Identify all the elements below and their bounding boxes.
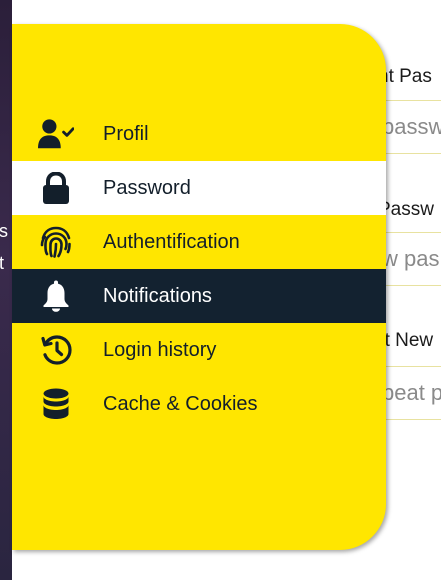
sidebar-item-cache-cookies[interactable]: Cache & Cookies bbox=[12, 377, 386, 431]
settings-page: s t nt Pas Passw at New Profil Password … bbox=[0, 0, 441, 580]
current-password-label: nt Pas bbox=[378, 66, 432, 87]
sidebar-item-login-history[interactable]: Login history bbox=[12, 323, 386, 377]
background-app-edge: s t bbox=[0, 0, 12, 580]
sidebar-item-label: Cache & Cookies bbox=[103, 393, 258, 415]
background-text-fragment: t bbox=[0, 253, 5, 273]
history-icon bbox=[38, 332, 74, 368]
sidebar-item-authentification[interactable]: Authentification bbox=[12, 215, 386, 269]
current-password-field[interactable] bbox=[378, 100, 441, 154]
settings-sidebar: Profil Password Authentification Notific… bbox=[12, 24, 386, 550]
bell-icon bbox=[38, 278, 74, 314]
background-text-fragment: s bbox=[0, 221, 8, 241]
sidebar-item-profil[interactable]: Profil bbox=[12, 107, 386, 161]
user-check-icon bbox=[38, 116, 74, 152]
lock-icon bbox=[38, 170, 74, 206]
fingerprint-icon bbox=[38, 224, 74, 260]
settings-menu: Profil Password Authentification Notific… bbox=[12, 107, 386, 431]
repeat-password-field[interactable] bbox=[378, 366, 441, 420]
sidebar-item-label: Notifications bbox=[103, 285, 212, 307]
sidebar-item-password[interactable]: Password bbox=[12, 161, 386, 215]
sidebar-item-notifications[interactable]: Notifications bbox=[12, 269, 386, 323]
new-password-label: Passw bbox=[378, 199, 434, 220]
sidebar-item-label: Password bbox=[103, 177, 191, 199]
sidebar-item-label: Authentification bbox=[103, 231, 240, 253]
new-password-input[interactable] bbox=[382, 246, 441, 272]
new-password-field[interactable] bbox=[378, 232, 441, 286]
current-password-input[interactable] bbox=[382, 114, 441, 140]
repeat-password-input[interactable] bbox=[382, 380, 441, 406]
database-icon bbox=[38, 386, 74, 422]
sidebar-item-label: Login history bbox=[103, 339, 217, 361]
sidebar-item-label: Profil bbox=[103, 123, 149, 145]
